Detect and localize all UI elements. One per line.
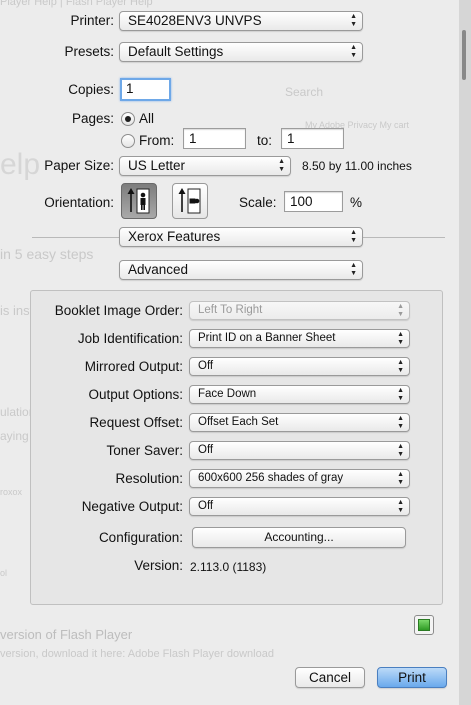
setting-booklet-image-order-value: Left To Right: [198, 304, 263, 316]
pages-from-label: From:: [139, 133, 175, 148]
setting-resolution-select[interactable]: 600x600 256 shades of gray ▲ ▼: [189, 469, 410, 488]
printer-value: SE4028ENV3 UNVPS: [128, 13, 262, 28]
chevron-updown-icon: ▲ ▼: [350, 229, 357, 244]
setting-resolution-label: Resolution:: [115, 471, 183, 486]
pages-to-label: to:: [257, 133, 273, 148]
setting-negative-output-label: Negative Output:: [81, 499, 183, 514]
portrait-person-icon: [127, 188, 150, 214]
background-steps: in 5 easy steps: [0, 246, 94, 262]
chevron-updown-icon: ▲ ▼: [397, 499, 404, 514]
orientation-portrait-button[interactable]: [121, 183, 157, 219]
setting-job-identification-select[interactable]: Print ID on a Banner Sheet ▲ ▼: [189, 329, 410, 348]
presets-label: Presets:: [64, 44, 114, 59]
setting-booklet-image-order-label: Booklet Image Order:: [54, 303, 183, 318]
background-window-edge: [459, 0, 471, 705]
chevron-updown-icon: ▲ ▼: [397, 471, 404, 486]
background-version-link: version, download it here: Adobe Flash P…: [0, 648, 274, 660]
presets-select[interactable]: Default Settings ▲ ▼: [119, 42, 363, 62]
printer-select[interactable]: SE4028ENV3 UNVPS ▲ ▼: [119, 11, 363, 31]
chevron-updown-icon: ▲ ▼: [397, 331, 404, 346]
setting-output-options-select[interactable]: Face Down ▲ ▼: [189, 385, 410, 404]
sub-menu-value: Advanced: [128, 262, 189, 277]
status-indicator-icon[interactable]: [414, 615, 434, 635]
copies-label: Copies:: [68, 82, 114, 97]
setting-output-options-label: Output Options:: [88, 387, 183, 402]
background-search: Search: [285, 85, 324, 99]
print-button[interactable]: Print: [377, 667, 447, 688]
copies-field[interactable]: 1: [120, 78, 171, 101]
setting-request-offset-select[interactable]: Offset Each Set ▲ ▼: [189, 413, 410, 432]
paper-dimensions: 8.50 by 11.00 inches: [302, 159, 412, 173]
setting-booklet-image-order-select: Left To Right ▲ ▼: [189, 301, 410, 320]
chevron-updown-icon: ▲ ▼: [397, 387, 404, 402]
scale-field[interactable]: 100: [284, 191, 343, 212]
orientation-label: Orientation:: [44, 195, 114, 210]
presets-value: Default Settings: [128, 44, 224, 59]
chevron-updown-icon: ▲ ▼: [350, 262, 357, 277]
chevron-updown-icon: ▲ ▼: [397, 415, 404, 430]
accounting-button[interactable]: Accounting...: [192, 527, 406, 548]
sub-menu-select[interactable]: Advanced ▲ ▼: [119, 260, 363, 280]
background-page-title: Player Help | Flash Player Help: [0, 0, 153, 8]
setting-toner-saver-select[interactable]: Off ▲ ▼: [189, 441, 410, 460]
chevron-updown-icon: ▲ ▼: [397, 359, 404, 374]
paper-size-select[interactable]: US Letter ▲ ▼: [119, 156, 291, 176]
configuration-label: Configuration:: [98, 530, 183, 545]
setting-toner-saver-label: Toner Saver:: [106, 443, 183, 458]
chevron-updown-icon: ▲ ▼: [350, 44, 357, 59]
pages-from-field[interactable]: 1: [183, 128, 246, 149]
setting-request-offset-label: Request Offset:: [89, 415, 183, 430]
chevron-updown-icon: ▲ ▼: [397, 443, 404, 458]
setting-job-identification-value: Print ID on a Banner Sheet: [198, 332, 336, 344]
section-menu-value: Xerox Features: [128, 229, 221, 244]
pages-all-radio[interactable]: [121, 112, 135, 126]
section-menu-select[interactable]: Xerox Features ▲ ▼: [119, 227, 363, 247]
version-label: Version:: [134, 558, 183, 573]
setting-mirrored-output-select[interactable]: Off ▲ ▼: [189, 357, 410, 376]
setting-request-offset-value: Offset Each Set: [198, 416, 279, 428]
scale-unit: %: [350, 195, 363, 210]
setting-mirrored-output-label: Mirrored Output:: [84, 359, 183, 374]
setting-negative-output-value: Off: [198, 500, 214, 512]
chevron-updown-icon: ▲ ▼: [350, 13, 357, 28]
background-row1: roxox: [0, 487, 23, 497]
background-version-heading: version of Flash Player: [0, 627, 133, 642]
cancel-button[interactable]: Cancel: [295, 667, 365, 688]
setting-output-options-value: Face Down: [198, 388, 257, 400]
pages-to-field[interactable]: 1: [281, 128, 344, 149]
pages-from-radio[interactable]: [121, 134, 135, 148]
printer-label: Printer:: [70, 13, 114, 28]
paper-size-value: US Letter: [128, 158, 186, 173]
paper-size-label: Paper Size:: [44, 158, 114, 173]
orientation-landscape-button[interactable]: [172, 183, 208, 219]
chevron-updown-icon: ▲ ▼: [397, 303, 404, 318]
setting-resolution-value: 600x600 256 shades of gray: [198, 472, 344, 484]
setting-mirrored-output-value: Off: [198, 360, 214, 372]
setting-job-identification-label: Job Identification:: [77, 331, 183, 346]
setting-negative-output-select[interactable]: Off ▲ ▼: [189, 497, 410, 516]
background-row2: ol: [0, 568, 8, 578]
pages-all-label: All: [139, 111, 155, 126]
version-value: 2.113.0 (1183): [190, 560, 267, 574]
landscape-person-icon: [178, 188, 201, 214]
scale-label: Scale:: [239, 195, 277, 210]
setting-toner-saver-value: Off: [198, 444, 214, 456]
pages-label: Pages:: [71, 111, 114, 126]
background-heading: elp: [0, 148, 41, 181]
chevron-updown-icon: ▲ ▼: [278, 158, 285, 173]
